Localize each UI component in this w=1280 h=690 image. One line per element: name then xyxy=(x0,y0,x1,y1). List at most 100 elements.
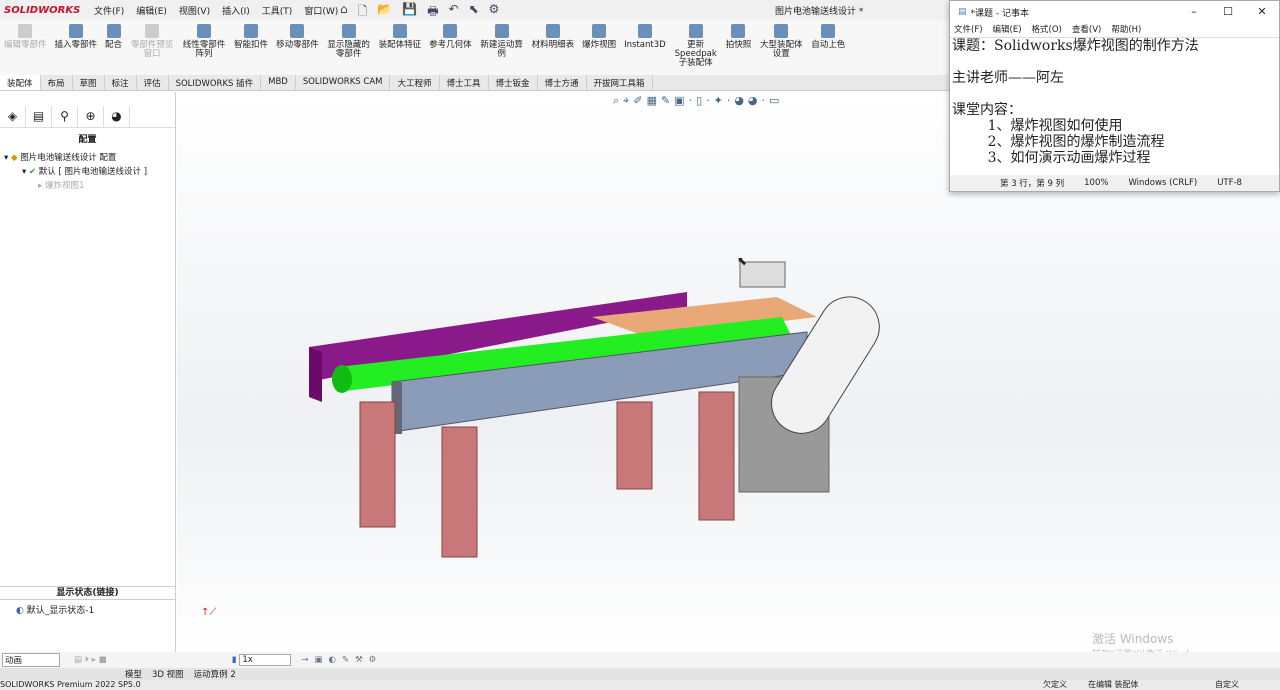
notepad-menu-item[interactable]: 文件(F) xyxy=(954,25,983,35)
appearance-tab-icon[interactable]: ◕ xyxy=(104,106,130,127)
bottom-tab[interactable]: 运动算例 2 xyxy=(189,668,241,680)
command-icon xyxy=(290,24,305,38)
ribbon-button[interactable]: 零部件预览窗口 xyxy=(126,20,178,75)
mouse-cursor-icon: ⬉ xyxy=(737,254,748,268)
notepad-line: 2、爆炸视图的爆炸制造流程 xyxy=(952,134,1165,150)
ribbon-button-label: 参考几何体 xyxy=(429,40,472,50)
notepad-line: 主讲老师——阿左 xyxy=(952,70,1064,86)
command-icon xyxy=(68,24,83,38)
ribbon-button[interactable]: 移动零部件 xyxy=(272,20,323,75)
maximize-button[interactable]: ☐ xyxy=(1211,1,1245,23)
heads-up-view-toolbar[interactable]: ⌕⌖✐▦✎▣·▯·✦·◕◕·▭ xyxy=(613,94,783,108)
minimize-button[interactable]: – xyxy=(1177,1,1211,23)
ribbon-button[interactable]: Instant3D xyxy=(620,20,670,75)
notepad-line: 课堂内容： xyxy=(952,102,1022,118)
notepad-window: ▤ *课题 - 记事本 – ☐ ✕ 文件(F) 编辑(E) 格式(O) 查看(V) 帮助(H)… xyxy=(949,0,1280,192)
command-icon xyxy=(244,24,259,38)
notepad-line: 1、爆炸视图如何使用 xyxy=(952,118,1123,134)
ribbon-button[interactable]: 插入零部件 xyxy=(51,20,102,75)
command-tab[interactable]: 装配体 xyxy=(0,75,41,90)
menu-item[interactable]: 工具(T) xyxy=(262,7,293,17)
ribbon-button-label: 插入零部件 xyxy=(54,40,98,50)
command-icon xyxy=(821,24,836,38)
bottom-tab[interactable]: 3D 视图 xyxy=(147,668,189,680)
command-tab[interactable]: 布局 xyxy=(41,75,73,90)
notepad-menu-item[interactable]: 查看(V) xyxy=(1072,25,1101,35)
notepad-text-area[interactable]: 课题：Solidworks爆炸视图的制作方法 主讲老师——阿左 课堂内容： 1、爆炸… xyxy=(950,37,1279,175)
command-tab[interactable]: 评估 xyxy=(137,75,169,90)
config-tab-icon[interactable]: ⚲ xyxy=(52,106,78,127)
command-icon xyxy=(545,24,560,38)
ribbon-button-label: 大型装配体设置 xyxy=(759,40,803,59)
notepad-title: *课题 - 记事本 xyxy=(970,8,1029,19)
time-slider-handle[interactable]: ▮ xyxy=(232,655,237,665)
dimxpert-tab-icon[interactable]: ⊕ xyxy=(78,106,104,127)
property-tab-icon[interactable]: ▤ xyxy=(26,106,52,127)
tree-root[interactable]: ▾ ◆ 图片电池输送线设计 配置 xyxy=(4,151,171,165)
ribbon-button[interactable]: 更新Speedpak子装配体 xyxy=(670,20,722,75)
ribbon-button[interactable]: 材料明细表 xyxy=(528,20,579,75)
command-tab[interactable]: 博士钣金 xyxy=(489,75,538,90)
command-icon xyxy=(494,24,509,38)
notepad-menu-item[interactable]: 编辑(E) xyxy=(993,25,1022,35)
command-manager: 编辑零部件 插入零部件 配合 零部件预览窗口 线性零部件阵列 智能扣件 移动零部件 显示隐藏的… xyxy=(0,20,950,75)
command-tab[interactable]: 大工程师 xyxy=(390,75,440,90)
ribbon-button-label: 爆炸视图 xyxy=(582,40,617,50)
tree-config-default[interactable]: ▾ ✔ 默认 [ 图片电池输送线设计 ] xyxy=(4,165,171,179)
playback-speed-select[interactable]: 1x xyxy=(239,654,292,666)
ribbon-button[interactable]: 新建运动算例 xyxy=(476,20,528,75)
ribbon-button-label: 自动上色 xyxy=(811,40,846,50)
document-title: 图片电池输送线设计 * xyxy=(775,7,864,17)
ribbon-button[interactable]: 配合 xyxy=(101,20,126,75)
close-button[interactable]: ✕ xyxy=(1245,1,1279,23)
menu-item[interactable]: 编辑(E) xyxy=(136,7,167,17)
menu-item[interactable]: 文件(F) xyxy=(94,7,124,17)
study-type-select[interactable]: 动画 xyxy=(2,653,60,667)
display-state-item[interactable]: ◐ 默认_显示状态-1 xyxy=(16,603,94,616)
ribbon-button-label: 新建运动算例 xyxy=(480,40,523,59)
ribbon-button-label: 智能扣件 xyxy=(234,40,269,50)
tree-exploded-view[interactable]: ▸ 爆炸视图1 xyxy=(4,179,171,193)
ribbon-button-label: 材料明细表 xyxy=(531,40,575,50)
ribbon-button[interactable]: 爆炸视图 xyxy=(578,20,620,75)
bottom-tab[interactable]: 模型 xyxy=(120,668,147,680)
command-icon xyxy=(688,24,703,38)
feature-manager-panel: ◈ ▤ ⚲ ⊕ ◕ 配置 ▾ ◆ 图片电池输送线设计 配置 ▾ ✔ 默认 [ 图片电池输… xyxy=(0,92,176,652)
command-tab[interactable]: 草图 xyxy=(73,75,105,90)
menu-item[interactable]: 窗口(W) xyxy=(304,7,338,17)
ribbon-button[interactable]: 拍快照 xyxy=(722,20,756,75)
menu-item[interactable]: 视图(V) xyxy=(179,7,210,17)
command-tab[interactable]: SOLIDWORKS 插件 xyxy=(169,75,262,90)
command-tab[interactable]: 博士工具 xyxy=(440,75,489,90)
ribbon-button[interactable]: 自动上色 xyxy=(807,20,849,75)
ribbon-button[interactable]: 显示隐藏的零部件 xyxy=(323,20,375,75)
ribbon-button[interactable]: 大型装配体设置 xyxy=(755,20,807,75)
ribbon-button[interactable]: 参考几何体 xyxy=(425,20,476,75)
notepad-menu-item[interactable]: 格式(O) xyxy=(1032,25,1062,35)
command-icon xyxy=(637,24,652,38)
command-icon xyxy=(18,24,33,38)
command-icon xyxy=(731,24,746,38)
command-tab[interactable]: 博士方通 xyxy=(538,75,587,90)
notepad-line xyxy=(952,54,1279,70)
command-tab[interactable]: 开拔网工具箱 xyxy=(587,75,653,90)
playback-controls[interactable]: ▤ ⏵ ▸ ■ xyxy=(74,655,107,665)
feature-tree-tab-icon[interactable]: ◈ xyxy=(0,106,26,127)
triad-axis-icon: ↑⟋ xyxy=(201,607,217,618)
bottom-tabs: 模型 3D 视图 运动算例 2 xyxy=(0,668,1280,680)
ribbon-button-label: 编辑零部件 xyxy=(4,40,47,50)
command-tab[interactable]: MBD xyxy=(261,75,296,90)
ribbon-button-label: Instant3D xyxy=(624,40,666,50)
motion-tools[interactable]: →▣◐✎⚒⚙ xyxy=(301,655,382,665)
command-tab[interactable]: 标注 xyxy=(105,75,137,90)
ribbon-button[interactable]: 装配体特征 xyxy=(375,20,426,75)
notepad-line: 3、如何演示动画爆炸过程 xyxy=(952,150,1151,166)
ribbon-button[interactable]: 智能扣件 xyxy=(230,20,272,75)
ribbon-button[interactable]: 编辑零部件 xyxy=(0,20,51,75)
menu-item[interactable]: 插入(I) xyxy=(222,7,250,17)
command-icon xyxy=(774,24,789,38)
notepad-line xyxy=(952,86,1279,102)
command-tab[interactable]: SOLIDWORKS CAM xyxy=(296,75,391,90)
notepad-menu-item[interactable]: 帮助(H) xyxy=(1111,25,1141,35)
ribbon-button[interactable]: 线性零部件阵列 xyxy=(178,20,230,75)
